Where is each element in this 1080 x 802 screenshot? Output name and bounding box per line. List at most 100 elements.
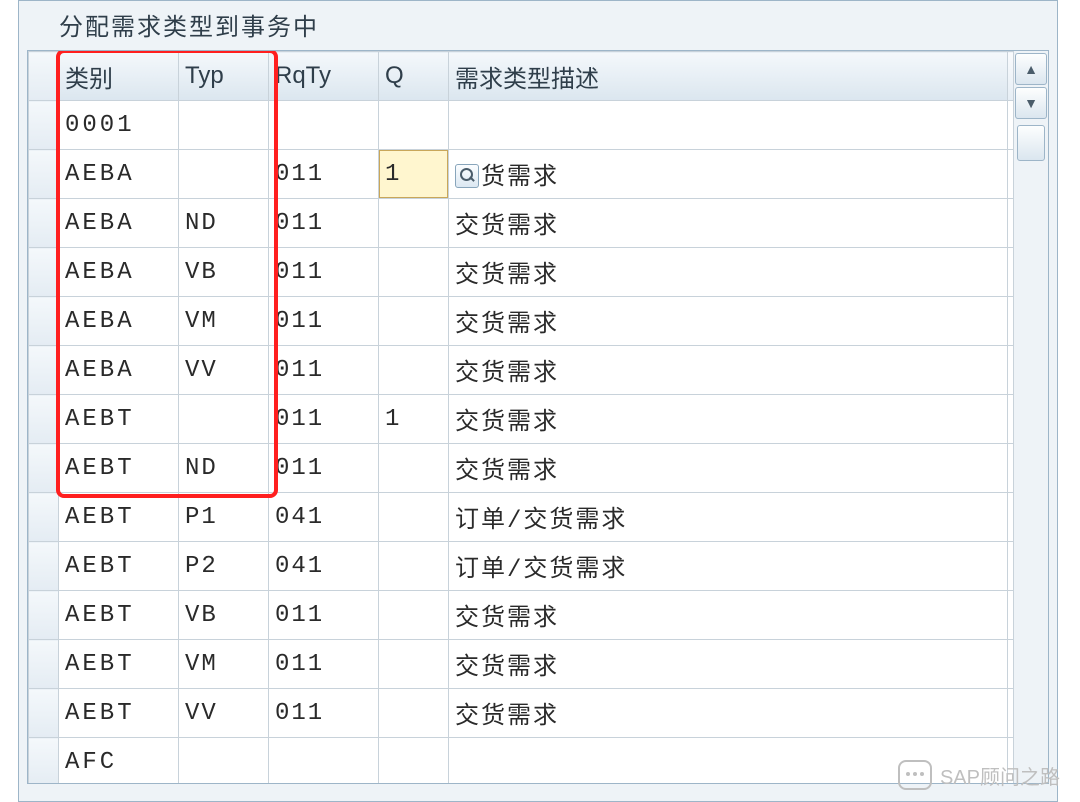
scroll-down-button[interactable]: ▼: [1015, 87, 1047, 119]
row-selector[interactable]: [29, 738, 59, 785]
cell-q[interactable]: [379, 346, 449, 395]
row-selector[interactable]: [29, 346, 59, 395]
cell-desc[interactable]: 交货需求: [449, 199, 1008, 248]
cell-category[interactable]: AEBA: [59, 297, 179, 346]
cell-rqty[interactable]: [269, 738, 379, 785]
cell-rqty[interactable]: 011: [269, 346, 379, 395]
cell-typ[interactable]: ND: [179, 444, 269, 493]
table-row: 0001: [29, 101, 1048, 150]
col-q[interactable]: Q: [379, 52, 449, 101]
cell-category[interactable]: AEBT: [59, 591, 179, 640]
cell-desc[interactable]: 交货需求: [449, 248, 1008, 297]
cell-category[interactable]: AEBA: [59, 199, 179, 248]
customizing-panel: 分配需求类型到事务中 类别 Typ RqTy Q 需求类型描述: [18, 0, 1058, 802]
row-selector[interactable]: [29, 248, 59, 297]
row-selector[interactable]: [29, 101, 59, 150]
row-selector-header[interactable]: [29, 52, 59, 101]
cell-q[interactable]: [379, 591, 449, 640]
cell-typ[interactable]: [179, 738, 269, 785]
cell-typ[interactable]: P2: [179, 542, 269, 591]
cell-category[interactable]: AEBT: [59, 640, 179, 689]
table-row: AEBAVM011 交货需求: [29, 297, 1048, 346]
cell-desc[interactable]: 交货需求: [449, 689, 1008, 738]
cell-desc[interactable]: 交货需求: [449, 640, 1008, 689]
cell-typ[interactable]: ND: [179, 199, 269, 248]
cell-desc[interactable]: 交货需求: [449, 591, 1008, 640]
cell-category[interactable]: AEBA: [59, 346, 179, 395]
cell-typ[interactable]: VM: [179, 640, 269, 689]
cell-desc[interactable]: 交货需求: [449, 444, 1008, 493]
cell-q[interactable]: [379, 493, 449, 542]
cell-typ[interactable]: VV: [179, 346, 269, 395]
cell-desc[interactable]: 订单/交货需求: [449, 493, 1008, 542]
col-category[interactable]: 类别: [59, 52, 179, 101]
cell-q[interactable]: [379, 689, 449, 738]
cell-q[interactable]: [379, 640, 449, 689]
cell-category[interactable]: AEBT: [59, 542, 179, 591]
cell-q[interactable]: [379, 248, 449, 297]
cell-rqty[interactable]: 011: [269, 395, 379, 444]
table-row: AEBTP2041 订单/交货需求: [29, 542, 1048, 591]
cell-desc[interactable]: 订单/交货需求: [449, 542, 1008, 591]
col-rqty[interactable]: RqTy: [269, 52, 379, 101]
cell-rqty[interactable]: 011: [269, 689, 379, 738]
cell-typ[interactable]: VV: [179, 689, 269, 738]
cell-typ[interactable]: VB: [179, 248, 269, 297]
table-row: AEBT 0111交货需求: [29, 395, 1048, 444]
value-help-icon[interactable]: [455, 164, 479, 188]
cell-rqty[interactable]: 011: [269, 248, 379, 297]
cell-desc[interactable]: [449, 738, 1008, 785]
cell-q[interactable]: [379, 101, 449, 150]
cell-rqty[interactable]: 041: [269, 542, 379, 591]
cell-typ[interactable]: [179, 101, 269, 150]
cell-category[interactable]: 0001: [59, 101, 179, 150]
cell-q[interactable]: [379, 444, 449, 493]
row-selector[interactable]: [29, 591, 59, 640]
cell-typ[interactable]: [179, 395, 269, 444]
cell-q-active[interactable]: 1: [379, 150, 449, 199]
cell-q[interactable]: [379, 542, 449, 591]
row-selector[interactable]: [29, 150, 59, 199]
col-desc[interactable]: 需求类型描述: [449, 52, 1008, 101]
row-selector[interactable]: [29, 640, 59, 689]
scroll-up-button[interactable]: ▲: [1015, 53, 1047, 85]
row-selector[interactable]: [29, 395, 59, 444]
cell-q[interactable]: [379, 199, 449, 248]
cell-rqty[interactable]: 041: [269, 493, 379, 542]
col-typ[interactable]: Typ: [179, 52, 269, 101]
row-selector[interactable]: [29, 297, 59, 346]
cell-typ[interactable]: [179, 150, 269, 199]
cell-rqty[interactable]: [269, 101, 379, 150]
cell-rqty[interactable]: 011: [269, 591, 379, 640]
cell-category[interactable]: AEBA: [59, 248, 179, 297]
cell-desc[interactable]: 交货需求: [449, 395, 1008, 444]
cell-desc[interactable]: 货需求: [449, 150, 1008, 199]
cell-q[interactable]: [379, 738, 449, 785]
cell-rqty[interactable]: 011: [269, 444, 379, 493]
row-selector[interactable]: [29, 542, 59, 591]
cell-category[interactable]: AEBT: [59, 493, 179, 542]
cell-typ[interactable]: P1: [179, 493, 269, 542]
cell-rqty[interactable]: 011: [269, 199, 379, 248]
cell-rqty[interactable]: 011: [269, 640, 379, 689]
cell-typ[interactable]: VB: [179, 591, 269, 640]
cell-category[interactable]: AEBT: [59, 689, 179, 738]
cell-desc[interactable]: 交货需求: [449, 346, 1008, 395]
cell-q[interactable]: [379, 297, 449, 346]
row-selector[interactable]: [29, 493, 59, 542]
cell-desc[interactable]: [449, 101, 1008, 150]
row-selector[interactable]: [29, 199, 59, 248]
cell-rqty[interactable]: 011: [269, 150, 379, 199]
cell-category[interactable]: AEBT: [59, 444, 179, 493]
cell-category[interactable]: AEBA: [59, 150, 179, 199]
vertical-scrollbar[interactable]: ▲ ▼: [1013, 51, 1048, 783]
cell-category[interactable]: AEBT: [59, 395, 179, 444]
row-selector[interactable]: [29, 689, 59, 738]
cell-typ[interactable]: VM: [179, 297, 269, 346]
row-selector[interactable]: [29, 444, 59, 493]
cell-q[interactable]: 1: [379, 395, 449, 444]
cell-category[interactable]: AFC: [59, 738, 179, 785]
scroll-thumb[interactable]: [1017, 125, 1045, 161]
cell-rqty[interactable]: 011: [269, 297, 379, 346]
cell-desc[interactable]: 交货需求: [449, 297, 1008, 346]
